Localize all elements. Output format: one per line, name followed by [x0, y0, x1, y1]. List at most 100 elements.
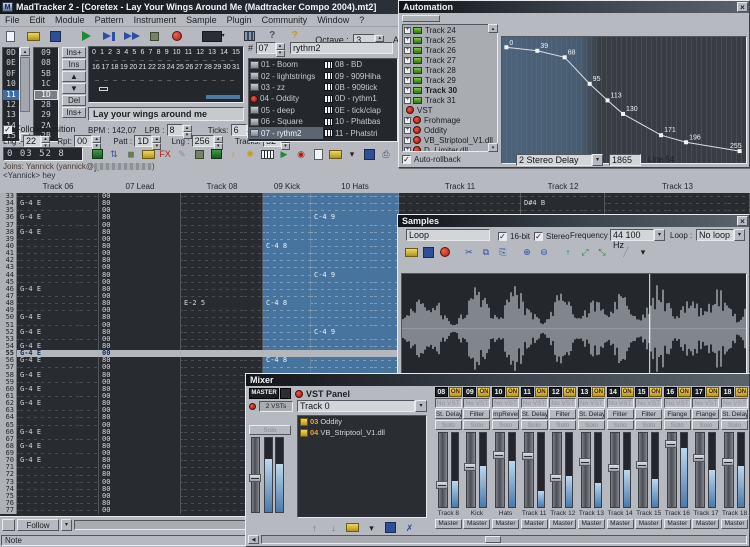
pattern-cell[interactable]	[17, 479, 99, 486]
scrollbar-thumb[interactable]	[485, 536, 501, 543]
pattern-cell[interactable]	[17, 272, 99, 279]
pattern-cell[interactable]	[181, 343, 263, 350]
pattern-cell[interactable]: 00	[99, 293, 181, 300]
order-move-down-button[interactable]: ▼	[62, 83, 86, 94]
expand-icon[interactable]: +	[404, 47, 411, 54]
channel-vst-slot[interactable]: No VST	[521, 398, 548, 408]
pattern-cell[interactable]	[181, 222, 263, 229]
channel-solo-button[interactable]: Solo	[578, 420, 605, 430]
pattern-cell[interactable]: G-4 E	[17, 343, 99, 350]
track-header[interactable]: Track 06	[17, 180, 99, 193]
channel-vst-slot[interactable]: No VST	[463, 398, 490, 408]
position-number[interactable]: 12	[196, 49, 204, 57]
pattern-cell[interactable]	[181, 264, 263, 271]
pattern-cell[interactable]	[311, 300, 399, 307]
instrument-item[interactable]: 04 - Oddity	[249, 93, 323, 104]
pattern-cell[interactable]: 80	[99, 429, 181, 436]
pattern-cell[interactable]	[263, 236, 311, 243]
pattern-cell[interactable]	[17, 486, 99, 493]
save-vst-button[interactable]	[383, 521, 398, 534]
instrument-item[interactable]: 10 - Phatbas	[323, 116, 397, 127]
record-button[interactable]	[167, 28, 186, 44]
chip-button[interactable]	[208, 147, 224, 161]
order-pattern[interactable]: 29	[34, 110, 58, 120]
channel-output-button[interactable]: Master	[578, 519, 605, 529]
scroll-down-icon[interactable]: ▾	[488, 143, 498, 152]
automation-tree-scrollbar[interactable]: ▴ ▾	[488, 24, 498, 152]
channel-vst-slot[interactable]: No VST	[607, 398, 634, 408]
pattern-cell[interactable]	[17, 414, 99, 421]
channel-fader[interactable]	[721, 432, 748, 508]
position-number[interactable]: 28	[204, 64, 212, 72]
speaker-button[interactable]: ◉	[293, 147, 309, 161]
pattern-cell[interactable]	[521, 193, 605, 200]
order-position[interactable]: 11	[3, 90, 19, 100]
pattern-cell[interactable]	[263, 322, 311, 329]
fx-button[interactable]: FX	[157, 147, 173, 161]
pattern-cell[interactable]	[17, 436, 99, 443]
stereo-checkbox[interactable]: ✓	[534, 232, 543, 241]
zoom-in-button[interactable]: ⊕	[519, 245, 535, 259]
pattern-cell[interactable]: 80	[99, 243, 181, 250]
position-number[interactable]: 4	[124, 49, 128, 57]
channel-output-button[interactable]: Master	[435, 519, 462, 529]
master-solo-button[interactable]: Solo	[249, 425, 291, 435]
pattern-cell[interactable]: 00	[99, 422, 181, 429]
menu-module[interactable]: Module	[55, 14, 85, 27]
pattern-cell[interactable]	[311, 222, 399, 229]
dropdown-arrow-icon[interactable]: ▾	[415, 400, 427, 412]
load-instrument-button[interactable]	[327, 147, 343, 161]
follow-position-checkbox[interactable]: ✓	[3, 125, 12, 134]
channel-solo-button[interactable]: Solo	[463, 420, 490, 430]
waveform-display[interactable]	[401, 273, 747, 384]
move-up-button[interactable]: ↑	[307, 521, 322, 534]
order-pattern[interactable]: 09	[34, 48, 58, 58]
load-vst-button[interactable]	[345, 521, 360, 534]
play-from-button[interactable]	[122, 28, 141, 44]
fader-handle[interactable]	[636, 461, 648, 469]
channel-effect-button[interactable]: Filter	[635, 409, 662, 419]
position-number[interactable]: 26	[185, 64, 193, 72]
channel-output-button[interactable]: Master	[521, 519, 548, 529]
pattern-cell[interactable]	[181, 207, 263, 214]
pattern-cell[interactable]	[605, 193, 750, 200]
expand-icon[interactable]: +	[404, 137, 411, 144]
pattern-cell[interactable]	[17, 279, 99, 286]
new-module-button[interactable]	[1, 28, 20, 44]
pattern-cell[interactable]: 00	[99, 464, 181, 471]
instrument-item[interactable]: 08 - BD	[323, 59, 397, 70]
close-icon[interactable]: ×	[737, 216, 748, 226]
pattern-cell[interactable]	[263, 257, 311, 264]
order-insert-plus2-button[interactable]: Ins+	[62, 107, 86, 118]
instrument-item[interactable]: 02 - lightstrings	[249, 70, 323, 81]
open-sample-button[interactable]	[403, 245, 419, 259]
zoom-out-button[interactable]: ⊖	[536, 245, 552, 259]
pattern-cell[interactable]: 80	[99, 400, 181, 407]
pattern-cell[interactable]	[311, 257, 399, 264]
track-header[interactable]: Track 08	[181, 180, 263, 193]
order-insert-button[interactable]: Ins	[62, 59, 86, 70]
channel-vst-slot[interactable]: No VST	[721, 398, 748, 408]
channel-output-button[interactable]: Master	[692, 519, 719, 529]
position-number[interactable]: 13	[208, 49, 216, 57]
track-header[interactable]: Track 12	[521, 180, 605, 193]
channel-fader[interactable]	[492, 432, 519, 508]
pattern-cell[interactable]	[17, 193, 99, 200]
open-button[interactable]	[24, 28, 43, 44]
channel-vst-slot[interactable]: No VST	[435, 398, 462, 408]
channel-fader[interactable]	[692, 432, 719, 508]
pattern-cell[interactable]	[263, 279, 311, 286]
fader-handle[interactable]	[579, 458, 591, 466]
position-number[interactable]: 20	[129, 64, 137, 72]
instrument-item[interactable]: 06 - Square	[249, 116, 323, 127]
pattern-cell[interactable]	[181, 272, 263, 279]
position-number[interactable]: 15	[232, 49, 240, 57]
close-icon[interactable]: ×	[737, 2, 748, 12]
pattern-cell[interactable]	[311, 314, 399, 321]
channel-effect-button[interactable]: Flange	[692, 409, 719, 419]
expand-icon[interactable]: +	[404, 147, 411, 153]
lng-field[interactable]: 22	[23, 135, 41, 147]
channel-solo-button[interactable]: Solo	[435, 420, 462, 430]
pattern-cell[interactable]: 80	[99, 414, 181, 421]
pattern-cell[interactable]: 80	[99, 357, 181, 364]
